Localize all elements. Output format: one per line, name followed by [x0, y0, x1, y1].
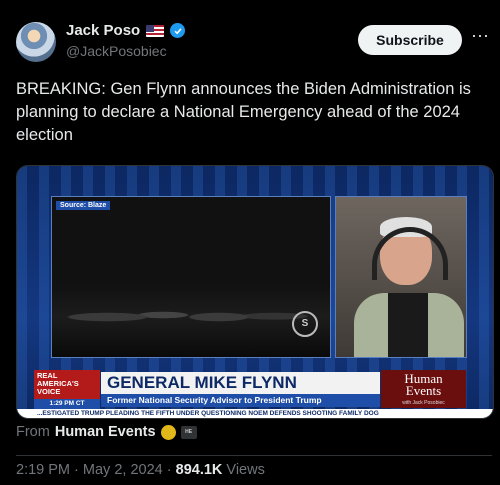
- crowd-scene: [52, 293, 330, 333]
- meta-separator: ·: [74, 462, 79, 478]
- subscribe-button[interactable]: Subscribe: [358, 25, 462, 55]
- tweet-date[interactable]: May 2, 2024: [83, 462, 163, 478]
- show-logo: Human Events with Jack Posobiec: [381, 370, 466, 408]
- tweet-text: BREAKING: Gen Flynn announces the Biden …: [16, 80, 471, 144]
- views-label: Views: [226, 462, 265, 478]
- views-count: 894.1K: [175, 462, 223, 478]
- video-watermark-icon: S: [292, 311, 318, 337]
- guest-shirt: [388, 293, 428, 357]
- guest-video: [335, 196, 467, 358]
- us-flag-icon: [146, 24, 165, 37]
- tweet-time[interactable]: 2:19 PM: [16, 462, 70, 478]
- gold-verified-badge-icon[interactable]: [160, 424, 176, 440]
- meta-separator-2: ·: [166, 462, 172, 478]
- guest-name-chyron: GENERAL MIKE FLYNN: [101, 372, 380, 394]
- guest-title-chyron: Former National Security Advisor to Pres…: [101, 394, 380, 407]
- from-label: From: [16, 424, 50, 440]
- more-options-icon[interactable]: ···: [470, 26, 490, 48]
- show-logo-line2: Events: [405, 383, 442, 398]
- divider: [16, 455, 492, 456]
- tweet-meta: 2:19 PM · May 2, 2024 · 894.1K Views: [16, 462, 265, 478]
- author-name[interactable]: Jack Poso: [66, 22, 140, 39]
- show-logo-sub: with Jack Posobiec: [402, 400, 445, 406]
- news-footage: Source: Blaze S: [51, 196, 331, 358]
- attribution-source-link[interactable]: Human Events: [55, 424, 156, 440]
- media-attribution: From Human Events HE: [16, 424, 197, 440]
- source-label: Source: Blaze: [56, 201, 111, 210]
- affiliate-badge-icon[interactable]: HE: [180, 425, 197, 439]
- news-ticker: ...ESTIGATED TRUMP PLEADING THE FIFTH UN…: [17, 409, 493, 418]
- author-avatar[interactable]: [16, 22, 56, 62]
- author-handle[interactable]: @JackPosobiec: [66, 43, 167, 59]
- verified-badge-icon[interactable]: [170, 23, 186, 38]
- tweet-video[interactable]: Source: Blaze S REAL AMERICA'S VOICE 1:2…: [16, 165, 494, 419]
- author-name-row: Jack Poso: [66, 22, 186, 39]
- time-bug: 1:29 PM CT: [34, 399, 100, 409]
